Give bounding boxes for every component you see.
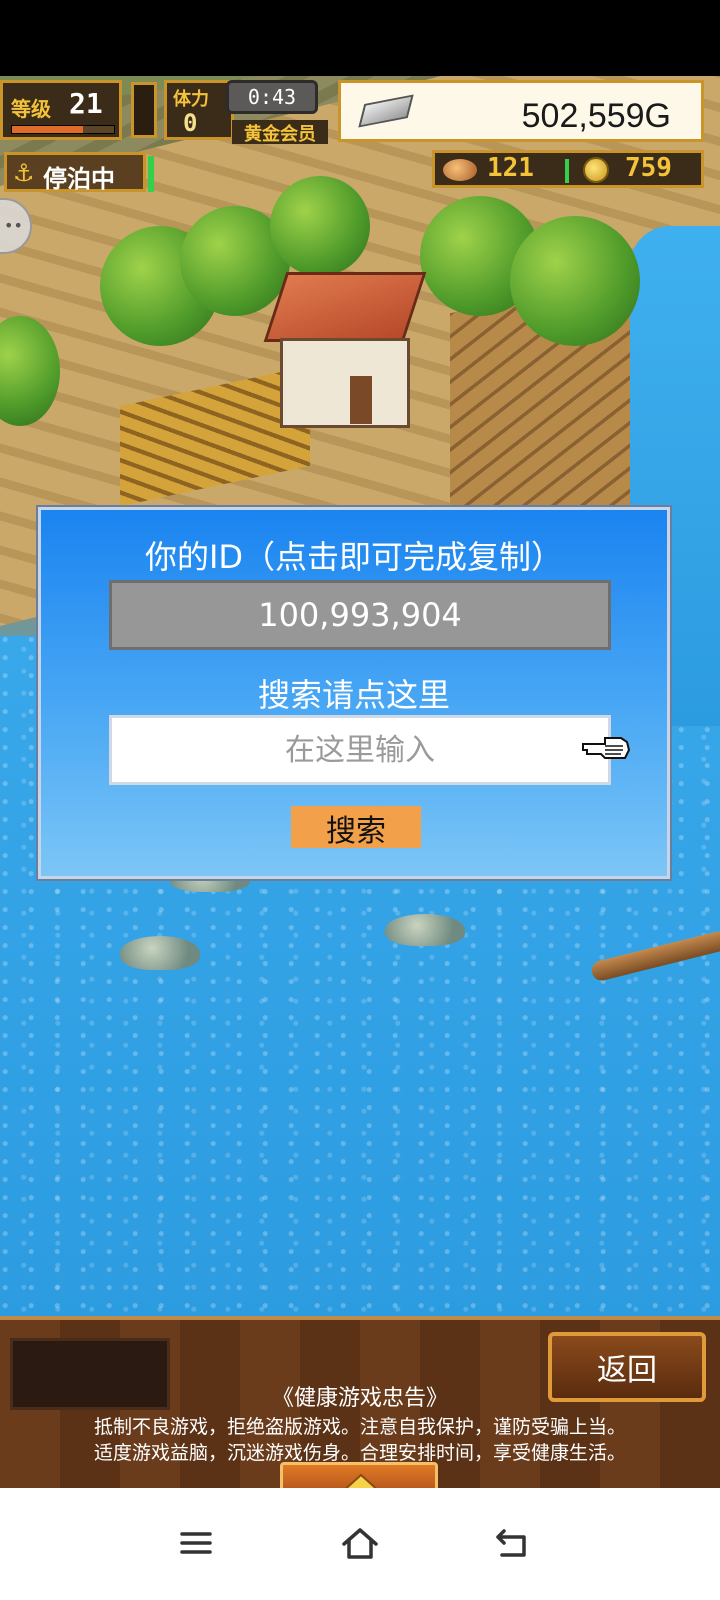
coin-count: 759 — [625, 153, 672, 183]
level-label: 等级 — [11, 97, 51, 121]
house-roof — [263, 272, 427, 342]
search-title: 搜索请点这里 — [257, 676, 450, 714]
money-panel[interactable]: 502,559G — [338, 80, 704, 142]
vertical-gauge — [131, 82, 157, 138]
status-bar-area — [0, 0, 720, 76]
coin-icon — [583, 157, 609, 183]
tree — [270, 176, 370, 276]
home-button[interactable] — [330, 1518, 390, 1568]
food-icon — [443, 159, 477, 181]
health-notice-line-1: 抵制不良游戏，拒绝盗版游戏。注意自我保护，谨防受骗上当。 — [93, 1416, 626, 1438]
resource-panel: 121 759 — [432, 150, 704, 188]
food-count: 121 — [487, 153, 534, 183]
status-indicator — [148, 156, 154, 192]
friend-search-dialog: 你的ID（点击即可完成复制） 100,993,904 搜索请点这里 搜索 — [38, 507, 670, 879]
level-progress-fill — [12, 126, 84, 133]
level-value: 21 — [69, 87, 103, 120]
anchor-icon: ⚓ — [13, 159, 35, 187]
house-wall — [280, 338, 410, 428]
house-door — [350, 376, 372, 424]
timer-text: 0:43 — [247, 85, 297, 109]
anchor-status-badge[interactable]: ⚓ 停泊中 — [4, 152, 146, 193]
money-value: 502,559G — [521, 97, 671, 135]
home-icon — [342, 1528, 378, 1559]
silver-ingot-icon — [358, 94, 414, 128]
sea-rock — [120, 936, 200, 970]
game-screen: 等级 21 体力 0 0:43 黄金会员 502,559G ⚓ 停泊中 121 … — [0, 0, 720, 1600]
back-icon — [496, 1529, 526, 1557]
your-id-box[interactable]: 100,993,904 — [109, 580, 611, 650]
anchor-status-text: 停泊中 — [43, 165, 115, 193]
search-button[interactable]: 搜索 — [291, 806, 421, 849]
sea-rock — [385, 914, 465, 946]
tree — [510, 216, 640, 346]
stamina-panel: 体力 0 — [164, 80, 234, 140]
health-notice-line-2: 适度游戏益脑，沉迷游戏伤身。合理安排时间，享受健康生活。 — [93, 1442, 626, 1464]
bottom-panel: 返回 《健康游戏忠告》 抵制不良游戏，拒绝盗版游戏。注意自我保护，谨防受骗上当。… — [0, 1316, 720, 1506]
level-panel: 等级 21 — [0, 80, 122, 140]
pointing-hand-icon — [582, 737, 631, 759]
resource-divider — [565, 159, 569, 183]
menu-button[interactable] — [166, 1518, 226, 1568]
your-id-title: 你的ID（点击即可完成复制） — [144, 538, 564, 576]
stamina-label: 体力 — [173, 89, 209, 110]
membership-label[interactable]: 黄金会员 — [232, 120, 328, 145]
level-progress-bar — [11, 125, 115, 134]
menu-icon — [180, 1532, 212, 1554]
timer-badge: 0:43 — [226, 80, 318, 114]
system-navigation-bar — [0, 1488, 720, 1600]
back-button[interactable] — [482, 1518, 542, 1568]
stamina-value: 0 — [183, 109, 198, 137]
health-notice-title: 《健康游戏忠告》 — [271, 1386, 448, 1411]
search-input[interactable] — [109, 715, 611, 785]
your-id-value: 100,993,904 — [258, 596, 462, 634]
